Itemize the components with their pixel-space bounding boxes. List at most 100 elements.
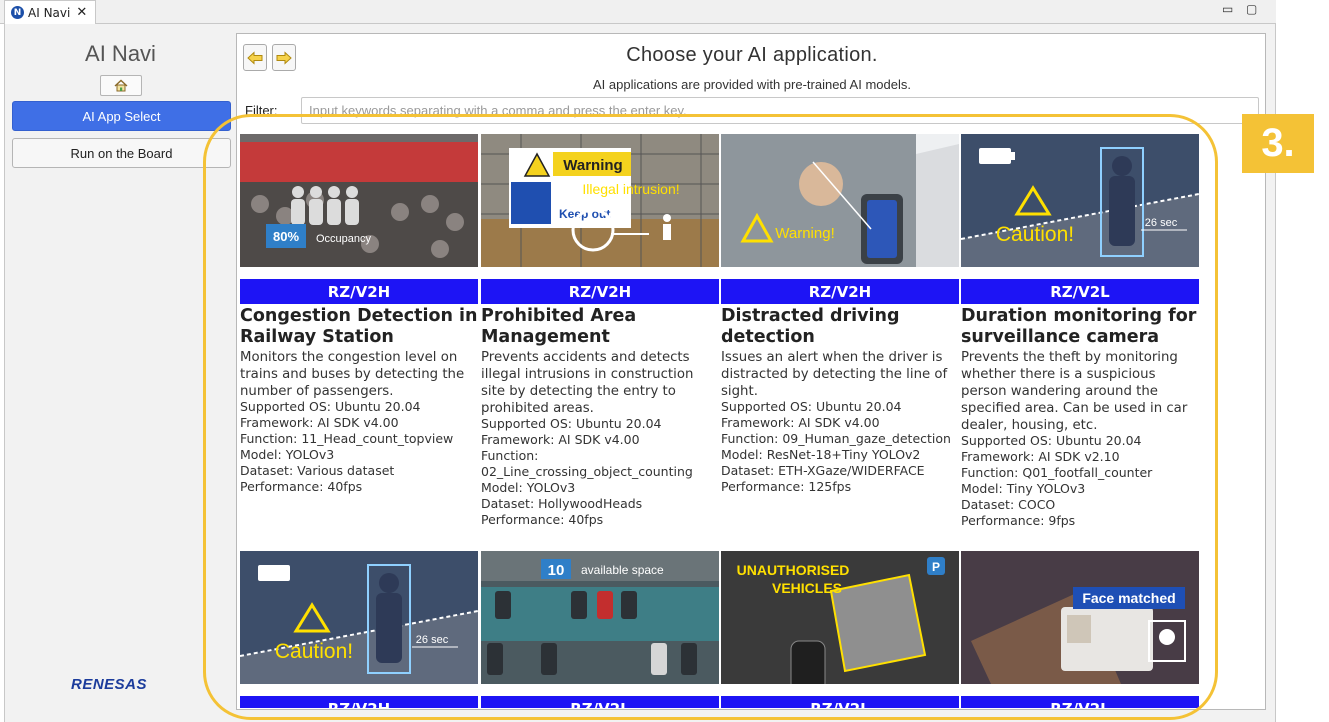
thumb-duration-text: 26 sec	[416, 634, 449, 646]
meta-framework: Framework: AI SDK v4.00	[721, 415, 880, 430]
app-card-row2-4[interactable]: Face matched RZ/V2L	[961, 551, 1199, 708]
app-card-row2-1[interactable]: 26 sec Caution! RZ/V2H	[240, 551, 478, 708]
filter-label: Filter:	[245, 103, 278, 118]
card-thumbnail: P UNAUTHORISED VEHICLES	[721, 551, 959, 684]
meta-function: Function: 09_Human_gaze_detection	[721, 431, 951, 446]
arrow-right-icon	[276, 50, 292, 65]
meta-framework: Framework: AI SDK v4.00	[240, 415, 399, 430]
card-meta: Supported OS: Ubuntu 20.04 Framework: AI…	[481, 416, 719, 528]
thumb-vehicles-text: VEHICLES	[772, 580, 842, 596]
renesas-logo: RENESAS	[71, 676, 148, 693]
home-icon	[114, 79, 128, 92]
thumb-intrusion-text: Illegal intrusion!	[582, 181, 679, 197]
thumb-warning-sign: Warning	[563, 157, 622, 174]
meta-function: Function: Q01_footfall_counter	[961, 465, 1153, 480]
meta-model: Model: YOLOv3	[481, 480, 576, 495]
meta-performance: Performance: 40fps	[481, 512, 604, 527]
forward-button[interactable]	[272, 44, 296, 71]
card-thumbnail: Warning Keep out Illegal intrusion!	[481, 134, 719, 267]
board-badge: RZ/V2L	[961, 696, 1199, 708]
meta-dataset: Dataset: COCO	[961, 497, 1056, 512]
card-thumbnail: 10 available space	[481, 551, 719, 684]
meta-function-name: 02_Line_crossing_object_counting	[481, 464, 693, 479]
run-on-board-button[interactable]: Run on the Board	[12, 138, 231, 168]
meta-function: Function: 11_Head_count_topview	[240, 431, 454, 446]
board-badge: RZ/V2L	[481, 696, 719, 708]
sidebar-title: AI Navi	[85, 41, 156, 66]
meta-performance: Performance: 40fps	[240, 479, 363, 494]
editor-tab-bar: N AI Navi ✕ ▭ ▢	[0, 0, 1276, 24]
meta-model: Model: Tiny YOLOv3	[961, 481, 1086, 496]
meta-os: Supported OS: Ubuntu 20.04	[721, 399, 902, 414]
thumb-unauthorised-text: UNAUTHORISED	[737, 562, 850, 578]
card-thumbnail: Warning!	[721, 134, 959, 267]
thumb-caution-text: Caution!	[996, 223, 1074, 246]
meta-performance: Performance: 9fps	[961, 513, 1076, 528]
thumb-occupancy-label: Occupancy	[316, 233, 372, 245]
tab-ai-navi[interactable]: N AI Navi ✕	[4, 0, 96, 24]
card-thumbnail: 80% Occupancy	[240, 134, 478, 267]
meta-framework: Framework: AI SDK v2.10	[961, 449, 1120, 464]
thumb-duration-text: 26 sec	[1145, 217, 1178, 229]
page-subtitle: AI applications are provided with pre-tr…	[593, 77, 911, 92]
card-title: Duration monitoring for surveillance cam…	[961, 306, 1197, 347]
minimize-icon[interactable]: ▭	[1222, 2, 1233, 16]
app-card-distracted-driving[interactable]: Warning! RZ/V2H Distracted driving detec…	[721, 134, 959, 509]
thumb-occupancy-percent: 80%	[273, 229, 299, 244]
tab-title: AI Navi	[28, 5, 71, 20]
card-description: Monitors the congestion level on trains …	[240, 350, 465, 399]
app-card-congestion[interactable]: 80% Occupancy RZ/V2H Congestion Detectio…	[240, 134, 478, 529]
sidebar: AI Navi AI App Select Run on the Board R…	[5, 25, 236, 722]
ai-app-select-button[interactable]: AI App Select	[12, 101, 231, 131]
close-icon[interactable]: ✕	[76, 5, 87, 20]
card-title: Congestion Detection in Railway Station	[240, 306, 478, 347]
card-meta: Supported OS: Ubuntu 20.04 Framework: AI…	[961, 433, 1199, 529]
board-badge: RZ/V2H	[240, 696, 478, 708]
app-grid: 80% Occupancy RZ/V2H Congestion Detectio…	[237, 132, 1265, 708]
meta-dataset: Dataset: HollywoodHeads	[481, 496, 643, 511]
card-title: Distracted driving detection	[721, 306, 900, 347]
app-card-row2-2[interactable]: 10 available space RZ/V2L	[481, 551, 719, 708]
annotation-step-label: 3.	[1242, 114, 1314, 173]
meta-framework: Framework: AI SDK v4.00	[481, 432, 640, 447]
app-card-row2-3[interactable]: P UNAUTHORISED VEHICLES RZ/V2L	[721, 551, 959, 708]
filter-input[interactable]	[301, 97, 1259, 124]
card-description: Prevents accidents and detects illegal i…	[481, 350, 694, 416]
board-badge: RZ/V2H	[240, 279, 478, 304]
thumb-face-matched: Face matched	[1082, 590, 1175, 606]
meta-os: Supported OS: Ubuntu 20.04	[961, 433, 1142, 448]
card-description: Prevents the theft by monitoring whether…	[961, 350, 1188, 433]
home-button[interactable]	[100, 75, 142, 96]
card-meta: Supported OS: Ubuntu 20.04 Framework: AI…	[721, 399, 959, 495]
meta-os: Supported OS: Ubuntu 20.04	[240, 399, 421, 414]
app-card-prohibited-area[interactable]: Warning Keep out Illegal intrusion! RZ/V…	[481, 134, 719, 529]
card-thumbnail: 26 sec Caution!	[961, 134, 1199, 267]
board-badge: RZ/V2L	[721, 696, 959, 708]
thumb-parking-sign: P	[932, 560, 940, 574]
thumb-space-label: available space	[581, 563, 664, 577]
card-thumbnail: Face matched	[961, 551, 1199, 684]
board-badge: RZ/V2H	[481, 279, 719, 304]
meta-function: Function:	[481, 448, 539, 463]
card-meta: Supported OS: Ubuntu 20.04 Framework: AI…	[240, 399, 478, 495]
ai-navi-logo-icon: N	[11, 6, 24, 19]
thumb-warning-text: Warning!	[775, 225, 834, 242]
arrow-left-icon	[247, 50, 263, 65]
thumb-space-count: 10	[548, 562, 565, 579]
board-badge: RZ/V2L	[961, 279, 1199, 304]
page-title: Choose your AI application.	[626, 44, 878, 66]
card-thumbnail: 26 sec Caution!	[240, 551, 478, 684]
meta-model: Model: ResNet-18+Tiny YOLOv2	[721, 447, 921, 462]
card-title: Prohibited Area Management	[481, 306, 637, 347]
thumb-caution-text: Caution!	[275, 640, 353, 663]
board-badge: RZ/V2H	[721, 279, 959, 304]
maximize-icon[interactable]: ▢	[1246, 2, 1257, 16]
meta-os: Supported OS: Ubuntu 20.04	[481, 416, 662, 431]
meta-model: Model: YOLOv3	[240, 447, 335, 462]
card-description: Issues an alert when the driver is distr…	[721, 350, 948, 399]
meta-dataset: Dataset: ETH-XGaze/WIDERFACE	[721, 463, 925, 478]
app-card-duration-monitoring[interactable]: 26 sec Caution! RZ/V2L Duration monitori…	[961, 134, 1199, 546]
meta-dataset: Dataset: Various dataset	[240, 463, 395, 478]
meta-performance: Performance: 125fps	[721, 479, 852, 494]
back-button[interactable]	[243, 44, 267, 71]
